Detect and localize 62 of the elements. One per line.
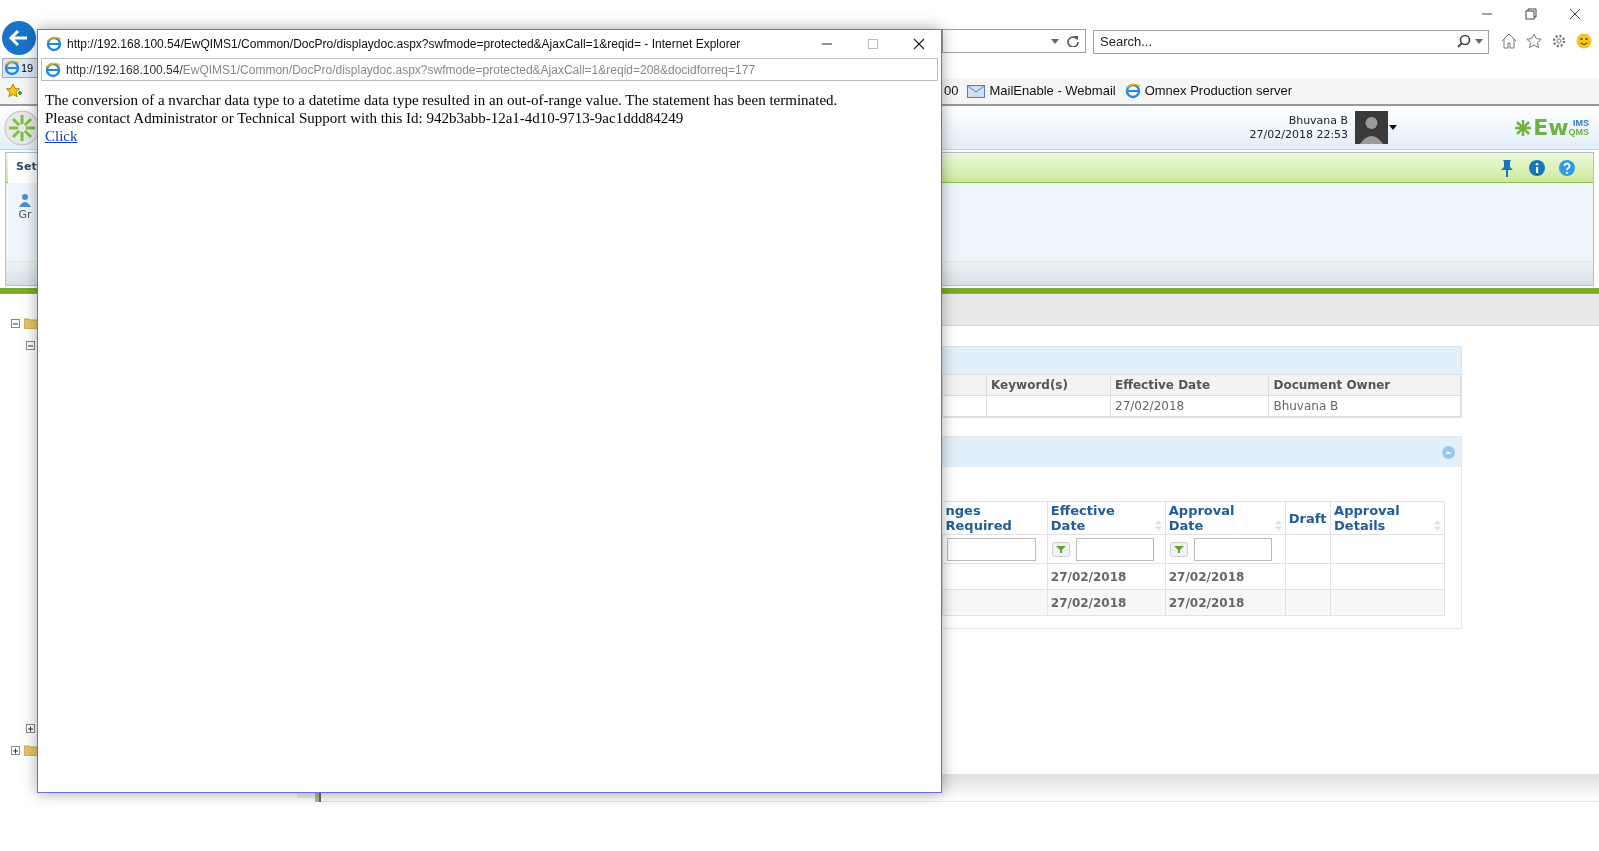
folder-icon xyxy=(24,744,38,756)
person-icon xyxy=(18,193,32,207)
error-message: The conversion of a nvarchar data type to a datetime data type resulted in an out-of-range value. The statement has been terminated. xyxy=(45,91,838,109)
column-header: Document Owner xyxy=(1268,374,1461,396)
close-icon[interactable] xyxy=(913,38,925,50)
asterisk-icon xyxy=(1515,119,1532,136)
favorite-link[interactable]: Omnex Production server xyxy=(1144,81,1293,101)
pin-icon[interactable] xyxy=(1499,158,1515,177)
expand-icon[interactable] xyxy=(26,723,35,733)
browser-logo-icon xyxy=(4,60,20,76)
filter-field[interactable] xyxy=(947,537,1036,561)
column-header: nges Required xyxy=(945,503,1013,533)
refresh-icon[interactable] xyxy=(1067,35,1079,47)
click-link[interactable]: Click xyxy=(45,127,78,145)
table-cell: 27/02/2018 xyxy=(1050,595,1127,610)
favorite-link[interactable]: MailEnable - Webmail xyxy=(989,81,1116,101)
close-icon[interactable] xyxy=(1569,8,1581,20)
collapse-icon[interactable] xyxy=(26,340,35,350)
column-header: Draft xyxy=(1288,510,1327,526)
ribbon-item-label[interactable]: Gr xyxy=(18,207,32,224)
error-message: Please contact Administrator or Technical Support with this Id: 942b3abb-12a1-4d10-9713-9ac1ddd84249 xyxy=(45,109,684,127)
address-bar[interactable] xyxy=(942,29,1086,53)
folder-icon xyxy=(24,317,38,329)
table-cell: 27/02/2018 xyxy=(1050,569,1127,584)
collapse-icon[interactable] xyxy=(11,318,20,328)
column-header: Keyword(s) xyxy=(986,374,1111,396)
filter-field[interactable] xyxy=(1075,537,1154,561)
sunburst-logo-icon xyxy=(4,109,40,146)
expand-icon[interactable] xyxy=(11,745,20,755)
settings-icon[interactable] xyxy=(1551,33,1567,49)
filter-icon[interactable] xyxy=(1169,541,1188,557)
column-header: Effective Date xyxy=(1110,374,1269,396)
favorite-link[interactable]: 00 xyxy=(944,81,959,101)
table-cell: 27/02/2018 xyxy=(1168,569,1245,584)
search-icon[interactable] xyxy=(1457,34,1471,48)
favorites-star-icon[interactable] xyxy=(6,83,22,99)
dropdown-icon[interactable] xyxy=(1389,125,1398,130)
search-field[interactable]: Search... xyxy=(1093,29,1489,54)
browser-logo-icon xyxy=(45,61,61,78)
restore-icon[interactable] xyxy=(1525,8,1537,20)
login-datetime: 27/02/2018 22:53 xyxy=(1249,127,1349,142)
envelope-icon xyxy=(967,84,986,98)
back-icon[interactable] xyxy=(1,20,37,56)
dropdown-icon xyxy=(1051,38,1059,44)
home-icon[interactable] xyxy=(1501,33,1517,49)
avatar-silhouette-icon xyxy=(1355,111,1389,144)
browser-logo-icon xyxy=(1124,83,1141,99)
dropdown-icon xyxy=(1475,38,1483,44)
table-cell: Bhuvana B xyxy=(1268,395,1461,417)
filter-field[interactable] xyxy=(1193,537,1272,561)
user-name: Bhuvana B xyxy=(1288,113,1349,128)
maximize-icon xyxy=(867,38,879,50)
filter-icon[interactable] xyxy=(1051,541,1070,557)
table-cell: 27/02/2018 xyxy=(1110,395,1269,417)
smiley-icon[interactable] xyxy=(1576,33,1592,49)
help-icon[interactable] xyxy=(1559,159,1575,176)
info-icon[interactable] xyxy=(1529,159,1545,176)
browser-logo-icon xyxy=(46,36,62,52)
window-title: http://192.168.100.54/EwQIMS1/Common/DocPro/displaydoc.aspx?swfmode=protected&AjaxCall=1&reqid= - Internet Explorer xyxy=(67,36,741,53)
table-cell: 27/02/2018 xyxy=(1168,595,1245,610)
page-url: http://192.168.100.54/EwQIMS1/Common/DocPro/displaydoc.aspx?swfmode=protected&AjaxCall=1&reqid=208&docidforreq=177 xyxy=(66,61,756,79)
star-icon[interactable] xyxy=(1526,33,1542,49)
